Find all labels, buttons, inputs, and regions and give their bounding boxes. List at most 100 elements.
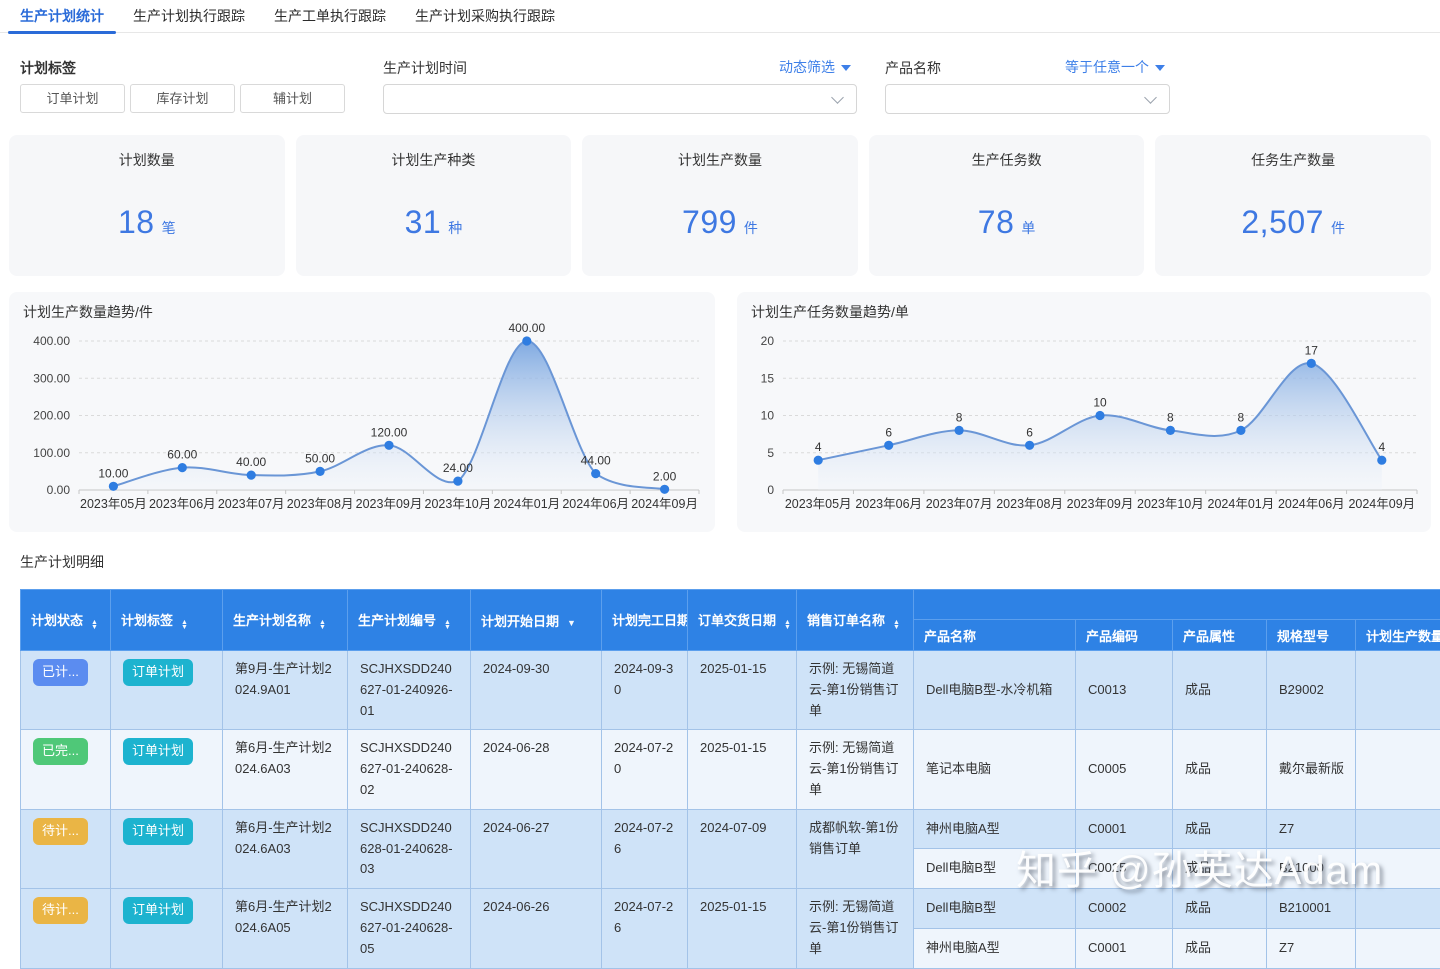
dynamic-filter-link[interactable]: 动态筛选 <box>383 57 851 77</box>
tab-plan-statistics[interactable]: 生产计划统计 <box>20 0 104 33</box>
status-badge: 待计... <box>33 897 88 924</box>
stat-title: 生产任务数 <box>972 150 1042 170</box>
svg-text:17: 17 <box>1305 343 1319 357</box>
svg-text:44.00: 44.00 <box>581 454 611 468</box>
cell-plan-name: 第9月-生产计划2024.9A01 <box>223 651 348 730</box>
cell-product-code: C0005 <box>1076 730 1173 809</box>
sort-desc-icon: ▼ <box>567 618 576 628</box>
col-header-plan-tag[interactable]: 计划标签▲▼ <box>111 590 223 651</box>
svg-text:2023年07月: 2023年07月 <box>218 497 285 511</box>
cell-plan-name: 第6月-生产计划2024.6A05 <box>223 889 348 968</box>
col-header-plan-status[interactable]: 计划状态▲▼ <box>21 590 111 651</box>
plan-time-select[interactable] <box>383 84 857 114</box>
svg-text:60.00: 60.00 <box>167 448 197 462</box>
tab-work-order-tracking[interactable]: 生产工单执行跟踪 <box>274 0 386 33</box>
cell-spec-model: B210001 <box>1267 889 1356 929</box>
cell-plan-start-date: 2024-06-26 <box>471 889 602 968</box>
col-header-product-attr: 产品属性 <box>1173 620 1267 651</box>
task-trend-chart: 05101520468610881742023年05月2023年06月2023年… <box>737 322 1431 524</box>
svg-text:6: 6 <box>1026 425 1033 439</box>
cell-plan-finish-date: 2024-09-30 <box>602 651 688 730</box>
sort-icon: ▲▼ <box>91 620 98 630</box>
svg-text:2023年08月: 2023年08月 <box>996 497 1063 511</box>
svg-text:200.00: 200.00 <box>33 409 70 423</box>
stat-value: 31 <box>405 204 442 241</box>
status-badge: 已计... <box>33 659 88 686</box>
svg-text:24.00: 24.00 <box>443 461 473 475</box>
plan-table-body: 已计...订单计划第9月-生产计划2024.9A01SCJHXSDD240627… <box>21 651 1440 969</box>
cell-sales-order-name: 示例: 无锡简道云-第1份销售订单 <box>797 730 914 809</box>
svg-text:2023年10月: 2023年10月 <box>425 497 492 511</box>
plan-tag-button-group: 订单计划 库存计划 辅计划 <box>20 84 345 113</box>
svg-text:8: 8 <box>1238 410 1245 424</box>
cell-product-attr: 成品 <box>1173 849 1267 889</box>
tab-plan-purchase-tracking[interactable]: 生产计划采购执行跟踪 <box>415 0 555 33</box>
cell-order-delivery-date: 2025-01-15 <box>688 889 797 968</box>
stat-card-product-kinds: 计划生产种类 31种 <box>296 135 572 276</box>
cell-spec-model: B29002 <box>1267 651 1356 730</box>
col-header-plan-code[interactable]: 生产计划编号▲▼ <box>348 590 471 651</box>
cell-plan-finish-date: 2024-07-26 <box>602 809 688 888</box>
svg-text:2023年09月: 2023年09月 <box>356 497 423 511</box>
cell-plan-code: SCJHXSDD240628-01-240628-03 <box>348 809 471 888</box>
sort-icon: ▲▼ <box>893 620 900 630</box>
caret-down-icon <box>1155 65 1165 71</box>
equals-any-filter-text: 等于任意一个 <box>1065 59 1149 75</box>
sort-icon: ▲▼ <box>444 620 451 630</box>
svg-text:20: 20 <box>761 334 775 348</box>
cell-sales-order-name: 示例: 无锡简道云-第1份销售订单 <box>797 889 914 968</box>
col-header-product-code: 产品编码 <box>1076 620 1173 651</box>
table-row: 已完...订单计划第6月-生产计划2024.6A03SCJHXSDD240627… <box>21 730 1440 809</box>
svg-text:400.00: 400.00 <box>33 334 70 348</box>
stat-value: 799 <box>682 204 737 241</box>
cell-plan-start-date: 2024-06-27 <box>471 809 602 888</box>
plan-tag-label: 计划标签 <box>20 58 76 78</box>
svg-text:120.00: 120.00 <box>371 425 408 439</box>
svg-text:5: 5 <box>767 446 774 460</box>
tab-plan-execution-tracking[interactable]: 生产计划执行跟踪 <box>133 0 245 33</box>
cell-plan-code: SCJHXSDD240627-01-240926-01 <box>348 651 471 730</box>
stat-title: 计划生产数量 <box>678 150 762 170</box>
col-header-plan-finish-date[interactable]: 计划完工日期▲▼ <box>602 590 688 651</box>
product-name-select[interactable] <box>885 84 1170 114</box>
col-header-plan-start-date[interactable]: 计划开始日期▼ <box>471 590 602 651</box>
svg-text:4: 4 <box>1378 440 1385 454</box>
svg-text:15: 15 <box>761 371 775 385</box>
stat-value: 2,507 <box>1241 204 1324 241</box>
col-header-order-delivery-date[interactable]: 订单交货日期▲▼ <box>688 590 797 651</box>
cell-plan-name: 第6月-生产计划2024.6A03 <box>223 809 348 888</box>
sort-icon: ▲▼ <box>181 620 188 630</box>
aux-plan-button[interactable]: 辅计划 <box>240 84 345 113</box>
order-plan-button[interactable]: 订单计划 <box>20 84 125 113</box>
cell-plan-code: SCJHXSDD240627-01-240628-02 <box>348 730 471 809</box>
col-header-spec-model: 规格型号 <box>1267 620 1356 651</box>
status-badge: 待计... <box>33 818 88 845</box>
cell-spec-model: Z7 <box>1267 928 1356 968</box>
table-row: 待计...订单计划第6月-生产计划2024.6A03SCJHXSDD240628… <box>21 809 1440 849</box>
stock-plan-button[interactable]: 库存计划 <box>130 84 235 113</box>
plan-table-head: 计划状态▲▼计划标签▲▼生产计划名称▲▼生产计划编号▲▼计划开始日期▼计划完工日… <box>21 590 1440 651</box>
cell-plan-tag: 订单计划 <box>111 651 223 730</box>
top-tab-bar: 生产计划统计 生产计划执行跟踪 生产工单执行跟踪 生产计划采购执行跟踪 <box>0 0 1440 33</box>
cell-plan-tag: 订单计划 <box>111 889 223 968</box>
svg-text:2023年09月: 2023年09月 <box>1067 497 1134 511</box>
col-header-sales-order-name[interactable]: 销售订单名称▲▼ <box>797 590 914 651</box>
cell-product-name: Dell电脑B型 <box>914 849 1076 889</box>
cell-product-code: C0001 <box>1076 928 1173 968</box>
stat-title: 任务生产数量 <box>1251 150 1335 170</box>
cell-product-attr: 成品 <box>1173 889 1267 929</box>
col-header-plan-name[interactable]: 生产计划名称▲▼ <box>223 590 348 651</box>
dynamic-filter-text: 动态筛选 <box>779 59 835 75</box>
cell-spec-model: B21000 <box>1267 849 1356 889</box>
svg-text:2.00: 2.00 <box>653 469 677 483</box>
cell-product-name: Dell电脑B型-水冷机箱 <box>914 651 1076 730</box>
stat-title: 计划生产种类 <box>391 150 475 170</box>
svg-text:0.00: 0.00 <box>47 483 71 497</box>
svg-text:10: 10 <box>761 409 775 423</box>
cell-product-attr: 成品 <box>1173 730 1267 809</box>
equals-any-filter-link[interactable]: 等于任意一个 <box>885 57 1165 77</box>
chart-title: 计划生产数量趋势/件 <box>23 302 153 322</box>
svg-text:4: 4 <box>815 440 822 454</box>
plan-table: 计划状态▲▼计划标签▲▼生产计划名称▲▼生产计划编号▲▼计划开始日期▼计划完工日… <box>20 589 1440 969</box>
svg-text:2023年08月: 2023年08月 <box>287 497 354 511</box>
